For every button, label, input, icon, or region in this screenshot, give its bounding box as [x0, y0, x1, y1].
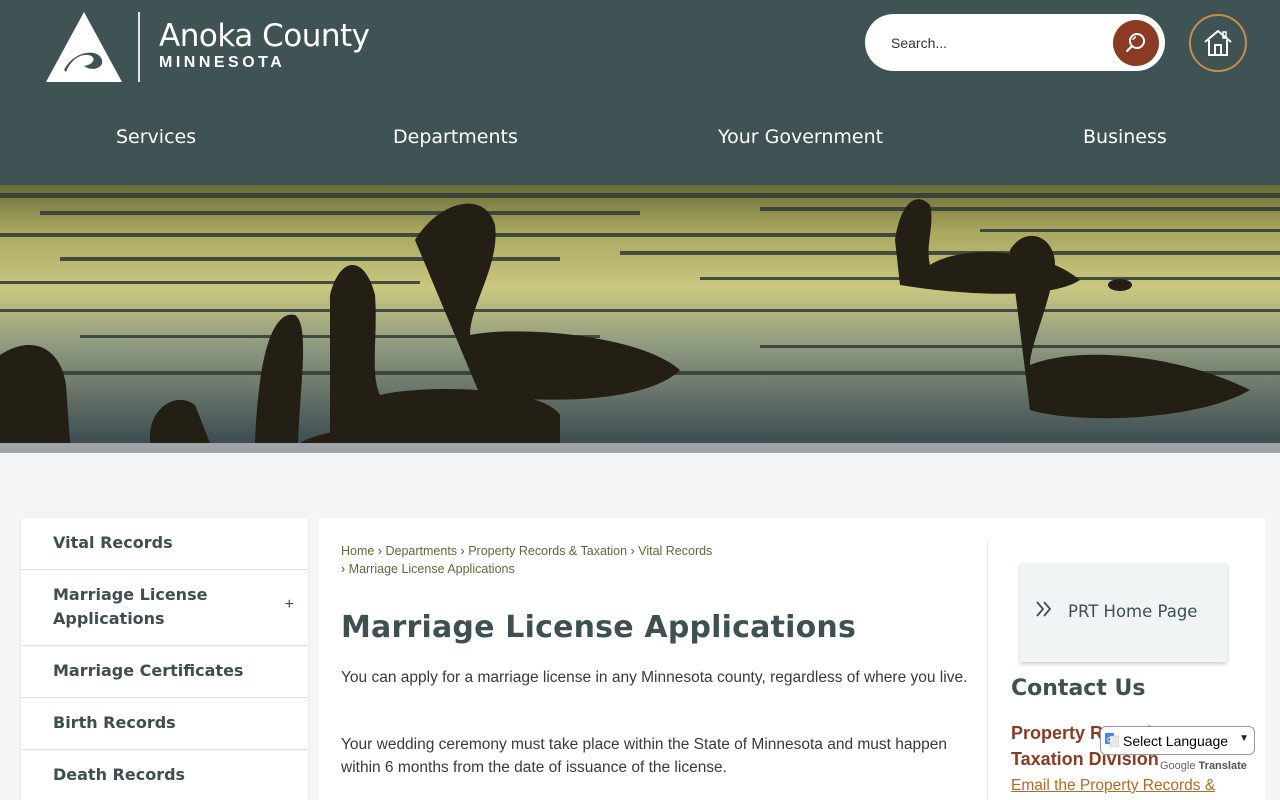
nav-services[interactable]: Services [116, 126, 196, 148]
google-translate-widget: Select Language G ▼ Google Translate [1100, 726, 1255, 778]
breadcrumb-vital-records[interactable]: Vital Records [638, 544, 712, 558]
sidebar-item-birth-records[interactable]: Birth Records [21, 698, 308, 750]
sidebar-item-vital-records[interactable]: Vital Records [21, 518, 308, 570]
sidebar-item-marriage-license-applications[interactable]: Marriage License Applications + [21, 570, 308, 646]
breadcrumb-separator: › [460, 544, 465, 558]
site-header: Anoka County MINNESOTA Services Departme… [0, 0, 1280, 185]
breadcrumb-separator: › [377, 544, 382, 558]
double-chevron-right-icon [1036, 601, 1052, 617]
sidebar-item-marriage-certificates[interactable]: Marriage Certificates [21, 646, 308, 698]
prt-home-page-link[interactable]: PRT Home Page [1020, 563, 1227, 662]
sidebar-item-death-records[interactable]: Death Records [21, 750, 308, 800]
logo-title: Anoka County [159, 18, 370, 54]
expand-plus-icon[interactable]: + [285, 596, 294, 614]
sidebar-item-label: Marriage License Applications [53, 585, 208, 628]
logo-divider [138, 12, 140, 82]
breadcrumb-separator: › [341, 562, 346, 576]
translate-label: Translate [1198, 760, 1247, 772]
sidebar-item-label: Vital Records [53, 533, 173, 552]
sidebar-item-label: Death Records [53, 765, 186, 784]
breadcrumb-current[interactable]: Marriage License Applications [349, 562, 515, 576]
google-label: Google [1160, 760, 1196, 772]
search-box [865, 14, 1165, 71]
prt-home-page-label: PRT Home Page [1068, 602, 1198, 621]
breadcrumb-separator: › [630, 544, 635, 558]
column-divider [987, 542, 988, 800]
home-icon [1204, 30, 1232, 56]
nav-your-government[interactable]: Your Government [718, 126, 883, 148]
site-logo[interactable]: Anoka County MINNESOTA [44, 10, 374, 86]
nav-business[interactable]: Business [1083, 126, 1167, 148]
body-paragraph: You can apply for a marriage license in … [341, 669, 968, 686]
swans-silhouette-image [0, 193, 1280, 443]
main-nav: Services Departments Your Government Bus… [0, 118, 1280, 158]
email-link[interactable]: Email the Property Records & [1011, 777, 1215, 795]
page-title: Marriage License Applications [341, 610, 857, 645]
sidebar-nav: Vital Records Marriage License Applicati… [21, 518, 308, 800]
contact-us-heading: Contact Us [1011, 676, 1146, 701]
hero-banner-image [0, 185, 1280, 443]
breadcrumb-departments[interactable]: Departments [385, 544, 457, 558]
sidebar-item-label: Birth Records [53, 713, 176, 732]
hero-bottom-border [0, 443, 1280, 453]
home-button[interactable] [1189, 14, 1247, 72]
breadcrumb-property-records[interactable]: Property Records & Taxation [468, 544, 627, 558]
search-button[interactable] [1113, 20, 1159, 66]
logo-subtitle: MINNESOTA [159, 54, 286, 71]
logo-triangle-icon [46, 12, 122, 82]
language-select[interactable]: Select Language [1100, 726, 1255, 755]
breadcrumb-home[interactable]: Home [341, 544, 374, 558]
breadcrumb: Home › Departments › Property Records & … [341, 542, 781, 578]
body-paragraph: Your wedding ceremony must take place wi… [341, 736, 948, 776]
powered-by-google[interactable]: Google Translate [1160, 760, 1247, 772]
nav-departments[interactable]: Departments [393, 126, 518, 148]
search-icon [1125, 33, 1145, 53]
sidebar-item-label: Marriage Certificates [53, 661, 244, 680]
search-input[interactable] [891, 29, 1101, 57]
